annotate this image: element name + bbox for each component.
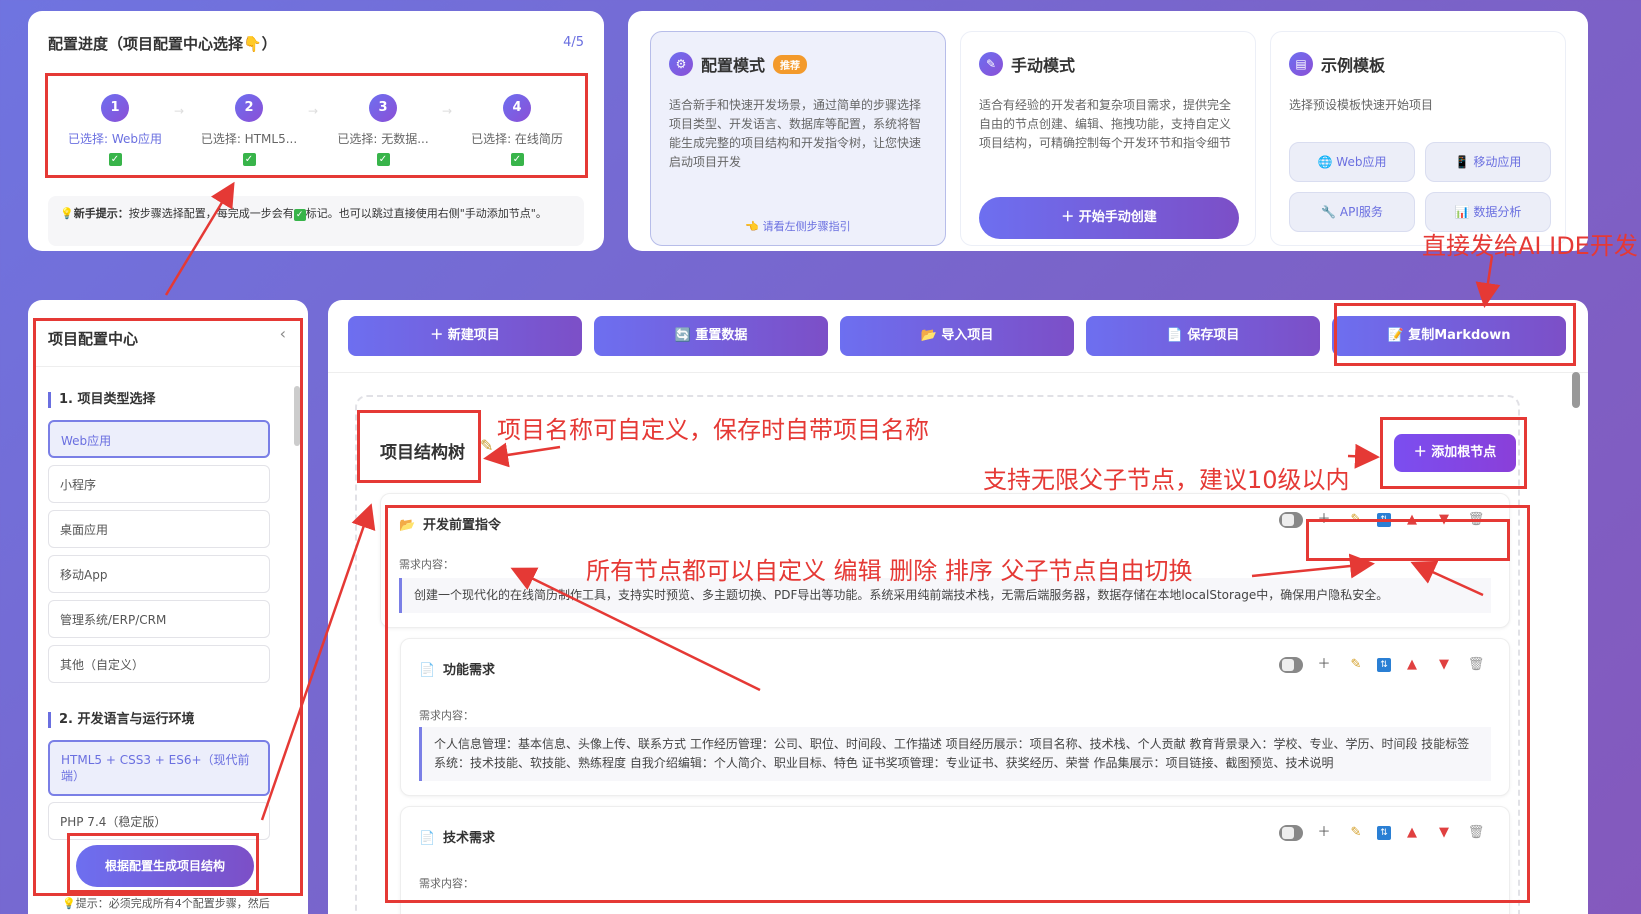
annotation-arrows	[164, 181, 1501, 821]
